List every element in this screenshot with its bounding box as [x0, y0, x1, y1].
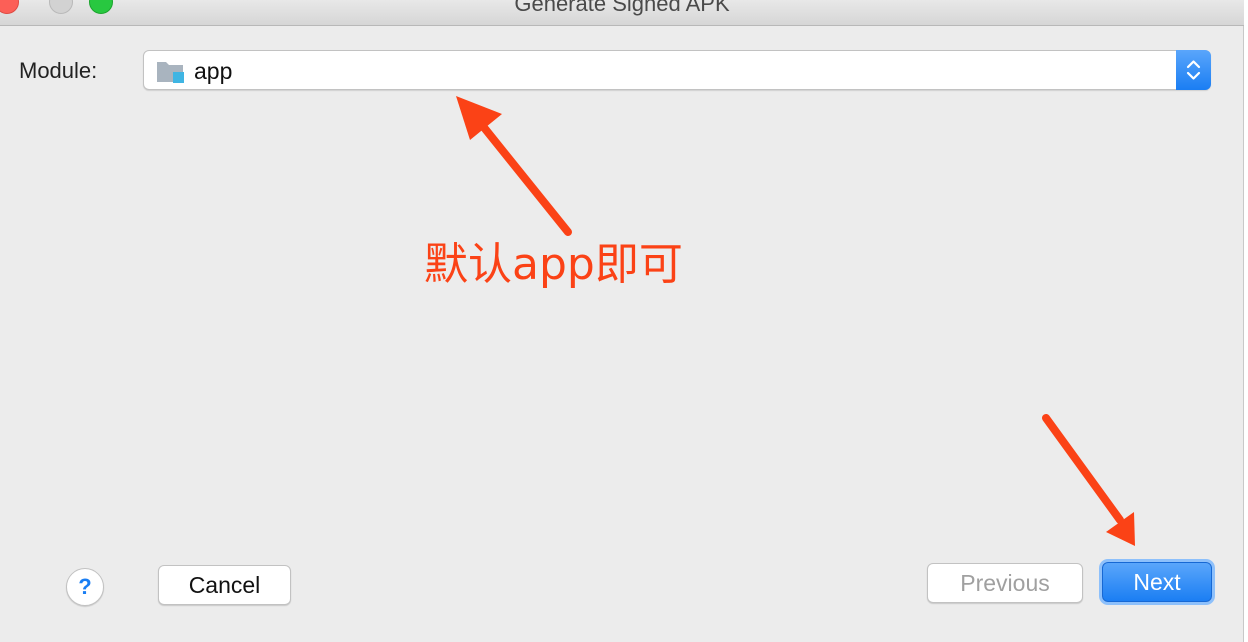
generate-signed-apk-dialog: Generate Signed APK Module: app 默认app即可 …: [0, 0, 1244, 642]
module-select[interactable]: app: [143, 50, 1211, 90]
folder-module-icon: [157, 62, 184, 83]
cancel-button[interactable]: Cancel: [158, 565, 291, 605]
module-select-stepper[interactable]: [1176, 50, 1211, 90]
window-edge: [1244, 0, 1248, 642]
module-select-value: app: [194, 58, 233, 84]
up-down-chevron-icon: [1186, 60, 1201, 80]
annotation-text: 默认app即可: [424, 239, 683, 290]
help-button[interactable]: ?: [66, 568, 104, 606]
previous-button[interactable]: Previous: [927, 563, 1083, 603]
question-mark-icon: ?: [78, 574, 92, 599]
title-bar: Generate Signed APK: [0, 0, 1244, 26]
window-title: Generate Signed APK: [514, 0, 730, 16]
next-button[interactable]: Next: [1102, 562, 1212, 602]
module-label: Module:: [19, 58, 98, 83]
